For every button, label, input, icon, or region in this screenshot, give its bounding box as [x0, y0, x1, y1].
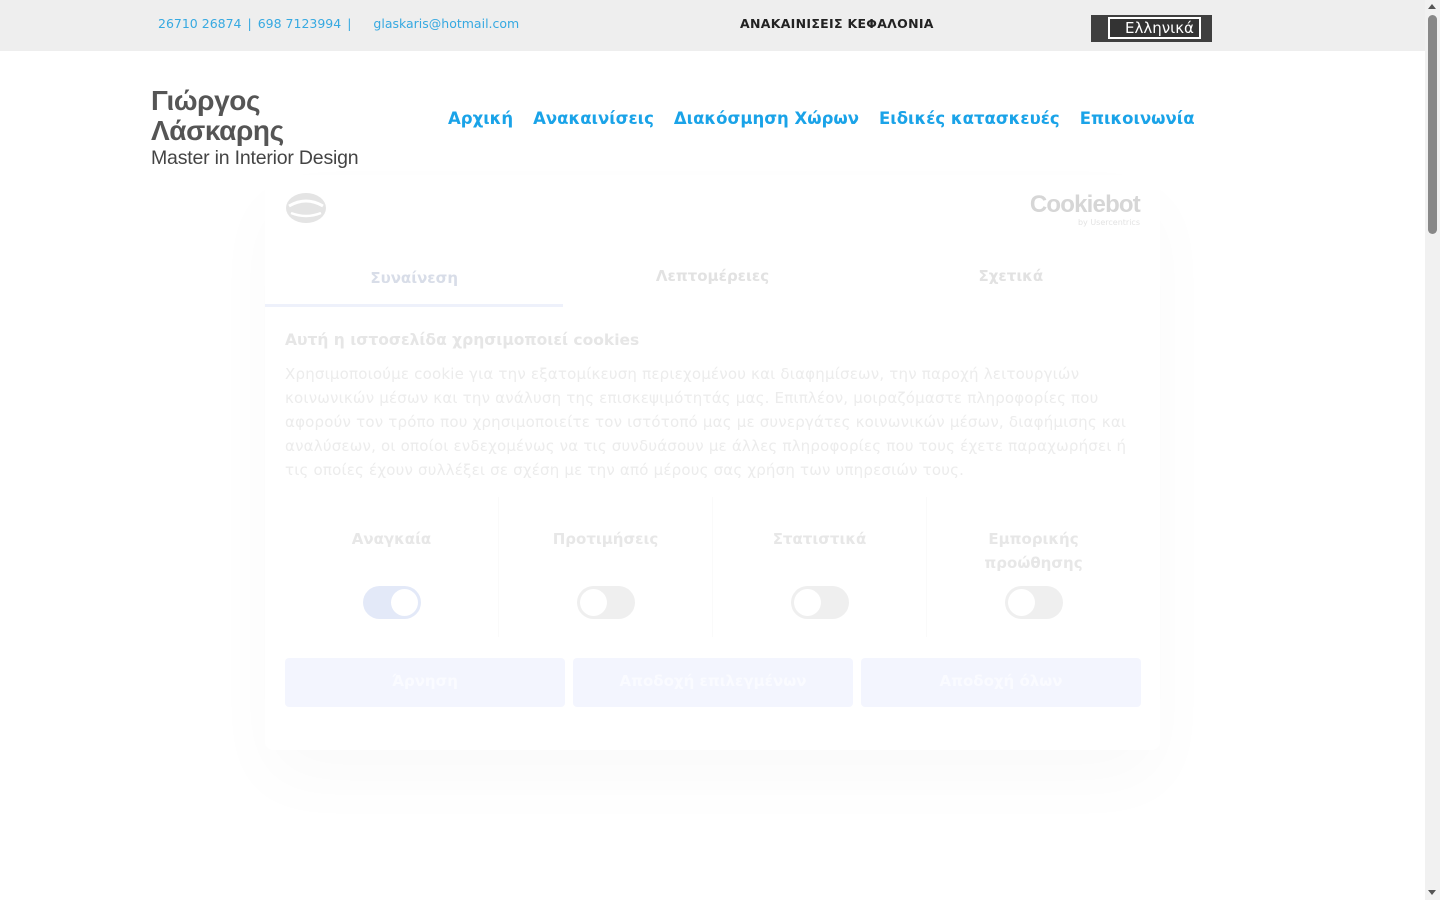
- toggle-label-preferences: Προτιμήσεις: [552, 530, 659, 548]
- nav-item-renovations[interactable]: Ανακαινίσεις: [533, 109, 654, 128]
- cookiebot-brand-sub: by Usercentrics: [1077, 218, 1140, 227]
- tab-details[interactable]: Λεπτομέρειες: [563, 253, 861, 307]
- tagline: ΑΝΑΚΑΙΝΙΣΕΙΣ ΚΕΦΑΛΟΝΙΑ: [740, 16, 934, 31]
- cookie-buttons: Άρνηση Αποδοχή επιλεγμένων Αποδοχή όλων: [285, 658, 1141, 707]
- email-link[interactable]: glaskaris@hotmail.com: [373, 16, 519, 31]
- nav-item-contact[interactable]: Επικοινωνία: [1080, 109, 1195, 128]
- contact-info: 26710 26874 | 698 7123994 | glaskaris@ho…: [158, 16, 519, 31]
- switch-knob: [1007, 589, 1035, 616]
- toggle-statistics: Στατιστικά: [712, 497, 926, 637]
- toggle-label-marketing: Εμπορικής προώθησης: [984, 530, 1083, 572]
- toggle-marketing: Εμπορικής προώθησης: [926, 497, 1140, 637]
- main-nav: Αρχική Ανακαινίσεις Διακόσμηση Χώρων Ειδ…: [448, 109, 1195, 128]
- toggle-necessary: Αναγκαία: [285, 497, 498, 637]
- cookie-dialog-title: Αυτή η ιστοσελίδα χρησιμοποιεί cookies: [285, 331, 640, 349]
- cookie-consent-dialog: Cookiebot by Usercentrics Συναίνεση Λεπτ…: [265, 175, 1160, 750]
- site-logo[interactable]: Γιώργος Λάσκαρης Master in Interior Desi…: [151, 86, 391, 170]
- cookie-icon: [286, 193, 326, 223]
- top-bar: 26710 26874 | 698 7123994 | glaskaris@ho…: [0, 0, 1425, 51]
- cookiebot-brand: Cookiebot: [1029, 191, 1141, 218]
- switch-knob: [579, 589, 607, 616]
- cookie-dialog-text: Χρησιμοποιούμε cookie για την εξατομίκευ…: [285, 365, 1127, 479]
- scrollbar-thumb[interactable]: [1428, 15, 1437, 234]
- nav-item-special-constructions[interactable]: Ειδικές κατασκευές: [879, 109, 1060, 128]
- switch-knob: [390, 589, 418, 616]
- accept-all-button[interactable]: Αποδοχή όλων: [861, 658, 1141, 707]
- switch-necessary[interactable]: [362, 586, 421, 619]
- phone-link-2[interactable]: 698 7123994: [258, 16, 342, 31]
- cookiebot-logo: Cookiebot by Usercentrics: [1029, 191, 1141, 228]
- tab-about[interactable]: Σχετικά: [862, 253, 1160, 307]
- toggle-label-statistics: Στατιστικά: [772, 530, 867, 548]
- phone-link-1[interactable]: 26710 26874: [158, 16, 242, 31]
- logo-subtitle: Master in Interior Design: [151, 147, 359, 169]
- language-selector[interactable]: Ελληνικά: [1091, 15, 1212, 42]
- logo-name: Γιώργος Λάσκαρης: [151, 85, 284, 146]
- page-scrollbar[interactable]: [1425, 0, 1440, 900]
- scroll-up-icon[interactable]: [1428, 4, 1436, 9]
- switch-knob: [793, 589, 821, 616]
- separator: |: [247, 16, 252, 31]
- language-dropdown[interactable]: Ελληνικά: [1108, 17, 1201, 39]
- toggle-label-necessary: Αναγκαία: [351, 530, 432, 548]
- nav-item-home[interactable]: Αρχική: [448, 109, 513, 128]
- scroll-down-icon[interactable]: [1428, 890, 1436, 895]
- separator: |: [347, 16, 352, 31]
- accept-selected-button[interactable]: Αποδοχή επιλεγμένων: [573, 658, 853, 707]
- nav-item-interior-decoration[interactable]: Διακόσμηση Χώρων: [674, 109, 859, 128]
- cookie-tabs: Συναίνεση Λεπτομέρειες Σχετικά: [265, 253, 1160, 307]
- switch-marketing[interactable]: [1004, 586, 1063, 619]
- cookie-category-toggles: Αναγκαία Προτιμήσεις Στατιστικά Εμπορική…: [285, 497, 1140, 637]
- deny-button[interactable]: Άρνηση: [285, 658, 565, 707]
- switch-preferences[interactable]: [576, 586, 635, 619]
- switch-statistics[interactable]: [790, 586, 849, 619]
- tab-consent[interactable]: Συναίνεση: [265, 253, 564, 307]
- toggle-preferences: Προτιμήσεις: [498, 497, 712, 637]
